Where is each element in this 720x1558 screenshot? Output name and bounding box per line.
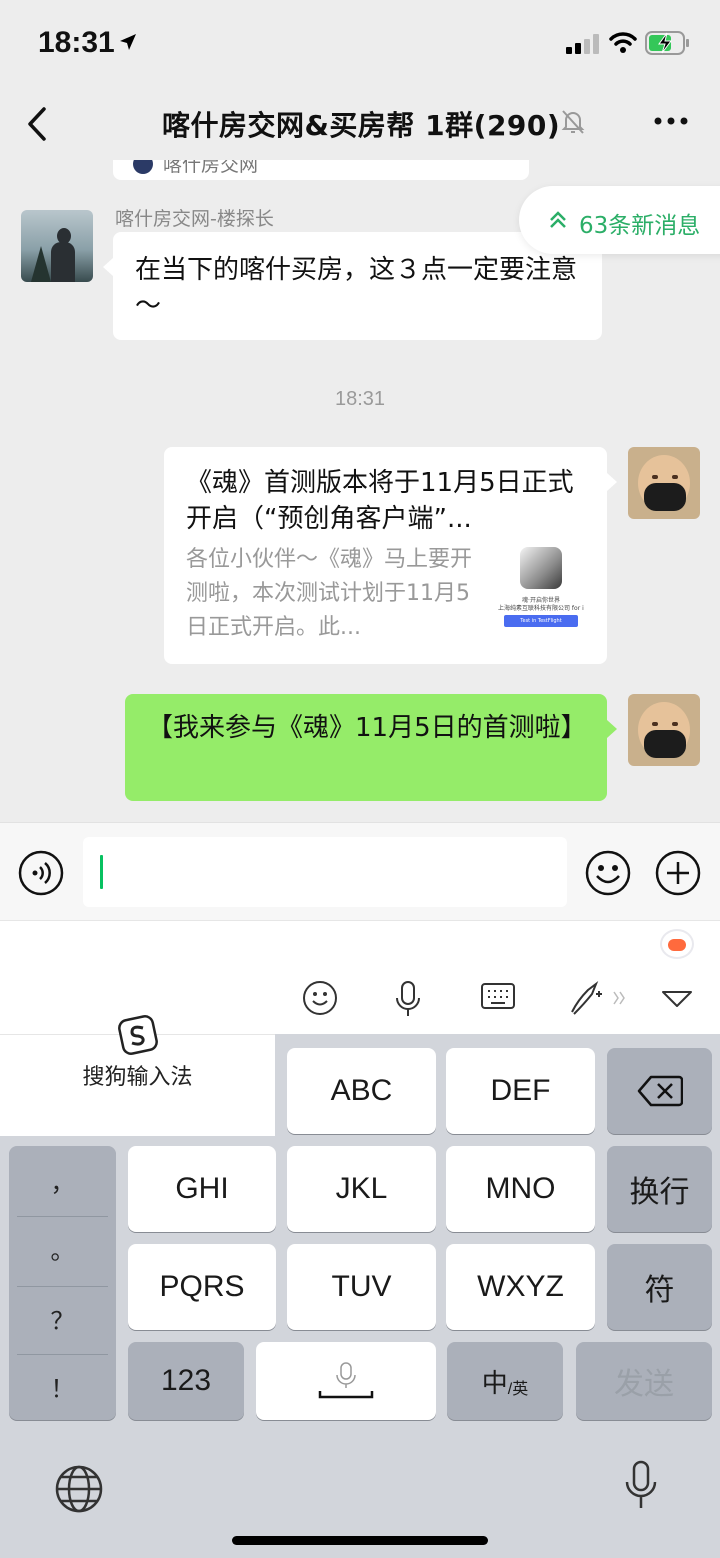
key-tuv[interactable]: TUV xyxy=(287,1244,436,1330)
card-title: 《魂》首测版本将于11月5日正式开启（“预创角客户端”... xyxy=(186,468,574,534)
key-mno[interactable]: MNO xyxy=(446,1146,595,1232)
key-jkl[interactable]: JKL xyxy=(287,1146,436,1232)
globe-icon[interactable] xyxy=(54,1464,104,1514)
keyboard-icon[interactable] xyxy=(480,980,516,1012)
collapse-icon[interactable] xyxy=(660,988,694,1012)
card-description: 各位小伙伴～《魂》马上要开测啦，本次测试计划于11月5日正式开启。此... xyxy=(186,547,473,640)
plus-icon[interactable] xyxy=(655,850,701,896)
muted-bell-icon xyxy=(561,110,585,134)
ime-brand-panel: 搜狗输入法 xyxy=(0,1015,275,1136)
chat-header: 喀什房交网&买房帮 1群(290) xyxy=(0,88,720,160)
assistant-bot-icon[interactable] xyxy=(660,929,694,959)
smiley-icon[interactable] xyxy=(302,980,338,1016)
key-ghi[interactable]: GHI xyxy=(128,1146,276,1232)
key-symbols[interactable]: 符 xyxy=(607,1244,712,1330)
previous-card-source: 喀什房交网 xyxy=(163,160,259,176)
key-comma[interactable]: ， xyxy=(9,1146,116,1214)
message-bubble[interactable]: 在当下的喀什买房，这３点一定要注意～ xyxy=(103,232,602,340)
status-bar: 18:31 xyxy=(0,0,720,88)
key-newline[interactable]: 换行 xyxy=(607,1146,712,1232)
text-caret xyxy=(100,855,103,889)
key-exclamation[interactable]: ！ xyxy=(9,1352,116,1420)
punctuation-column[interactable]: ， 。 ？ ！ xyxy=(9,1146,116,1420)
sogou-logo-icon xyxy=(118,1015,158,1055)
key-space[interactable] xyxy=(256,1342,436,1420)
input-bar xyxy=(0,822,720,920)
sender-name: 喀什房交网-楼探长 xyxy=(115,208,274,230)
message-timestamp: 18:31 xyxy=(334,388,386,410)
key-numbers[interactable]: 123 xyxy=(128,1342,244,1420)
key-delete[interactable] xyxy=(607,1048,712,1134)
keyboard-toolbar xyxy=(0,966,720,1034)
key-question[interactable]: ？ xyxy=(9,1284,116,1352)
chat-title: 喀什房交网&买房帮 1群(290) xyxy=(162,109,561,142)
key-def[interactable]: DEF xyxy=(446,1048,595,1134)
chat-messages[interactable]: 喀什房交网 喀什房交网-楼探长 在当下的喀什买房，这３点一定要注意～ 63条新消… xyxy=(0,160,720,822)
app-icon xyxy=(520,547,562,589)
thumbnail-button: Test in TestFlight xyxy=(504,615,578,627)
key-pqrs[interactable]: PQRS xyxy=(128,1244,276,1330)
lang-main-label: 中 xyxy=(481,1367,508,1398)
location-arrow-icon xyxy=(120,34,136,50)
message-input[interactable] xyxy=(83,837,567,907)
signal-icon xyxy=(566,34,599,54)
key-period[interactable]: 。 xyxy=(9,1214,116,1282)
avatar[interactable] xyxy=(628,447,700,519)
emoji-icon[interactable] xyxy=(585,850,631,896)
my-message-bubble[interactable]: 【我来参与《魂》11月5日的首测啦】 xyxy=(125,694,617,801)
source-logo-icon xyxy=(133,160,153,174)
more-icon[interactable] xyxy=(654,117,688,125)
keyboard-suggestion-strip xyxy=(0,920,720,966)
wifi-icon xyxy=(609,32,637,53)
key-language-switch[interactable]: 中/英 xyxy=(447,1342,563,1420)
backspace-icon xyxy=(637,1075,683,1107)
sogou-keyboard: 搜狗输入法 ABC DEF ， 。 ？ ！ GHI JKL MNO 换行 PQR… xyxy=(0,966,720,1558)
voice-input-icon[interactable] xyxy=(18,850,64,896)
key-send[interactable]: 发送 xyxy=(576,1342,712,1420)
space-mic-icon xyxy=(318,1362,374,1399)
status-time: 18:31 xyxy=(38,26,115,59)
back-icon[interactable] xyxy=(26,104,50,144)
avatar[interactable] xyxy=(21,210,93,282)
battery-charging-icon xyxy=(645,31,689,55)
new-messages-button[interactable]: 63条新消息 xyxy=(519,186,720,254)
card-thumbnail: 魂·开启你世界 上海纯素互联科技有限公司 for iOS Test in Tes… xyxy=(498,547,584,633)
key-abc[interactable]: ABC xyxy=(287,1048,436,1134)
avatar[interactable] xyxy=(628,694,700,766)
link-card-message[interactable]: 《魂》首测版本将于11月5日正式开启（“预创角客户端”... 各位小伙伴～《魂》… xyxy=(164,447,617,664)
microphone-icon[interactable] xyxy=(394,980,422,1018)
dictation-mic-icon[interactable] xyxy=(624,1460,658,1512)
double-chevron-up-icon xyxy=(550,211,566,228)
handwriting-icon[interactable] xyxy=(566,980,628,1018)
key-wxyz[interactable]: WXYZ xyxy=(446,1244,595,1330)
lang-sub-label: /英 xyxy=(507,1381,529,1398)
previous-link-card[interactable]: 喀什房交网 xyxy=(113,160,529,180)
ime-brand-label: 搜狗输入法 xyxy=(82,1065,193,1090)
thumbnail-publisher: 上海纯素互联科技有限公司 for iOS xyxy=(498,605,584,612)
new-messages-count: 63条新消息 xyxy=(579,213,701,239)
home-indicator xyxy=(232,1536,488,1545)
